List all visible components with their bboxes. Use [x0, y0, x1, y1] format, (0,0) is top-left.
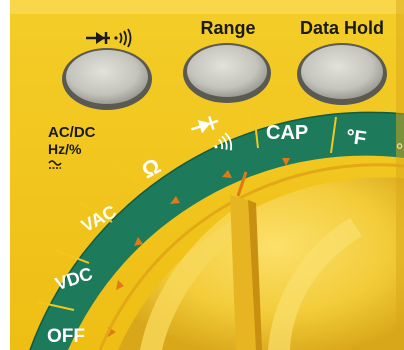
cap-label: CAP: [266, 122, 308, 144]
case-top-rim: [8, 0, 404, 14]
data-hold-button-label: Data Hold: [300, 18, 384, 38]
ac-dc-label: AC/DC: [48, 124, 96, 141]
multimeter-closeup: Range Data Hold AC/DC Hz/% OFF VDC VAC Ω…: [0, 0, 404, 350]
hz-percent-label: Hz/%: [48, 141, 82, 157]
data-hold-button[interactable]: [297, 43, 387, 105]
off-label: OFF: [47, 326, 85, 347]
right-edge-shade: [396, 0, 404, 350]
range-button-label: Range: [200, 18, 255, 38]
fahrenheit-label: °F: [345, 126, 368, 151]
left-white-margin: [0, 0, 10, 350]
range-button[interactable]: [183, 43, 271, 103]
diode-button[interactable]: [62, 48, 152, 110]
